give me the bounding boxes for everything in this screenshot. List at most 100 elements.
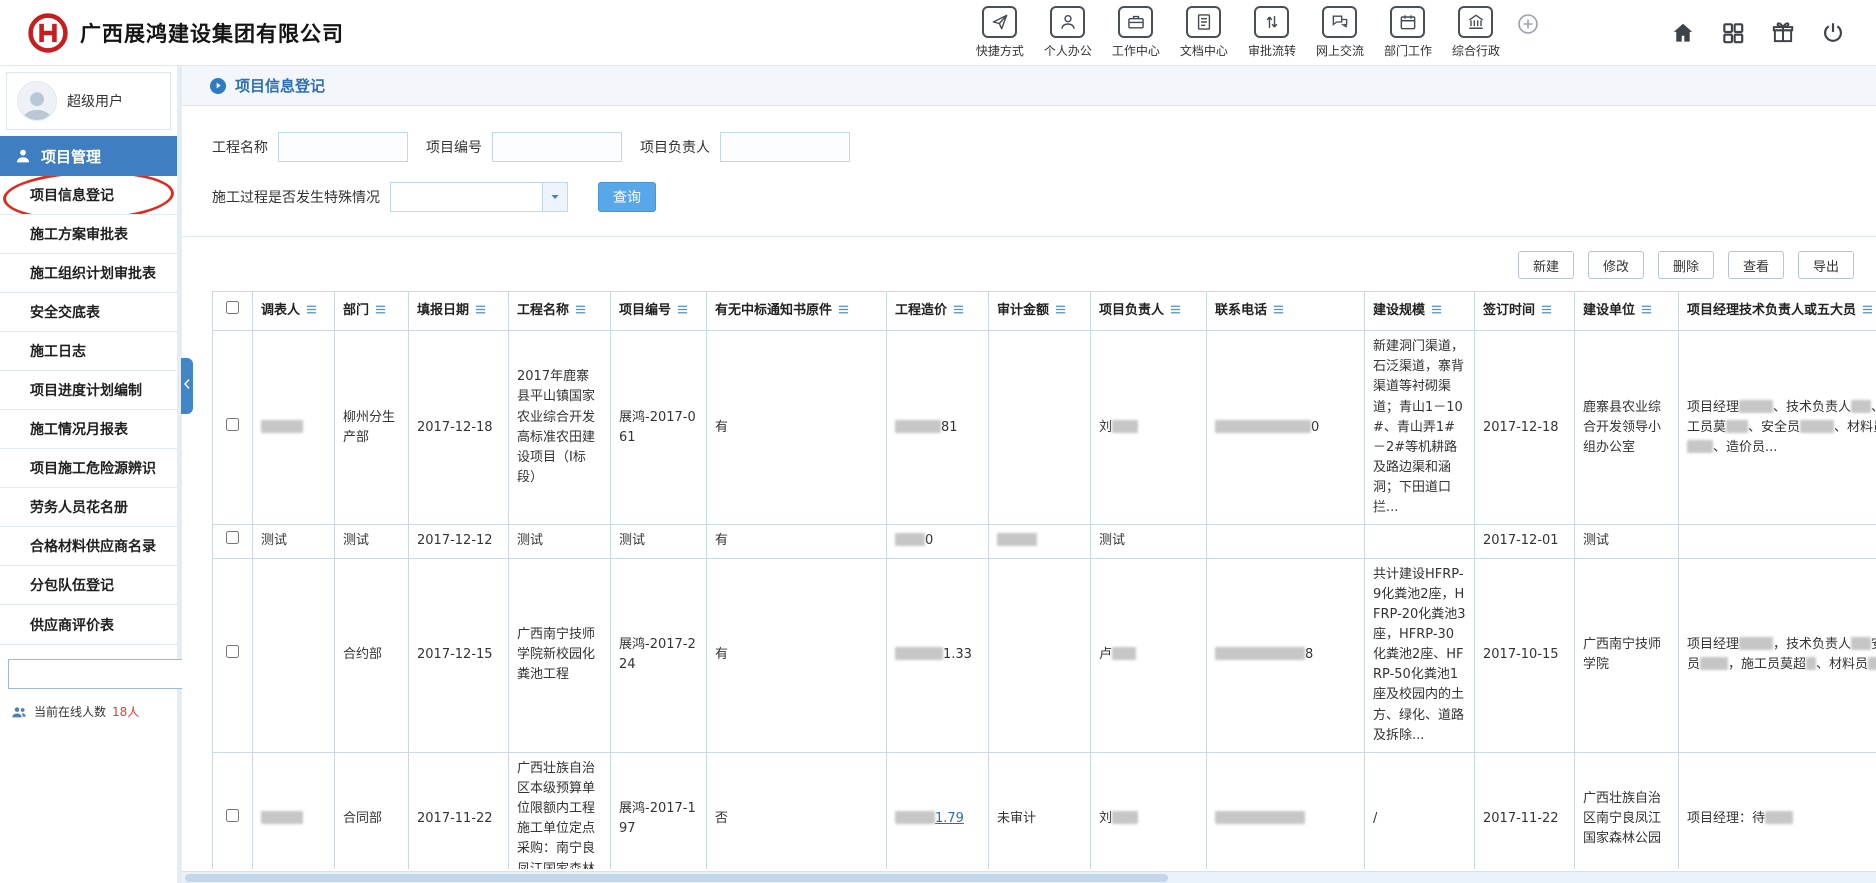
col-audit-amount[interactable]: 审计金额 bbox=[989, 292, 1091, 331]
col-project-name[interactable]: 工程名称 bbox=[509, 292, 611, 331]
column-label: 填报日期 bbox=[417, 303, 469, 318]
cell-audit-amount bbox=[989, 525, 1091, 558]
sort-icon[interactable] bbox=[1431, 302, 1442, 313]
scrollbar-thumb[interactable] bbox=[185, 874, 1168, 882]
horizontal-scrollbar[interactable] bbox=[182, 871, 1876, 883]
sidebar-item-11[interactable]: 分包队伍登记 bbox=[0, 566, 177, 605]
sort-icon[interactable] bbox=[677, 302, 688, 313]
query-button[interactable]: 查询 bbox=[598, 182, 656, 212]
chat-icon bbox=[1322, 6, 1357, 38]
sort-icon[interactable] bbox=[1541, 302, 1552, 313]
sort-icon[interactable] bbox=[475, 302, 486, 313]
new-button[interactable]: 新建 bbox=[1518, 251, 1574, 279]
col-bid-notice-original[interactable]: 有无中标通知书原件 bbox=[707, 292, 887, 331]
select-all-checkbox[interactable] bbox=[226, 301, 239, 314]
cell-project-no: 展鸿-2017-224 bbox=[611, 558, 707, 752]
special-situation-select-value[interactable] bbox=[390, 182, 542, 212]
sidebar-item-1[interactable]: 项目信息登记 bbox=[0, 176, 177, 215]
nav-item-4[interactable]: 文档中心 bbox=[1180, 6, 1228, 59]
sort-icon[interactable] bbox=[1055, 302, 1066, 313]
sidebar-item-8[interactable]: 项目施工危险源辨识 bbox=[0, 449, 177, 488]
cell-construction-scale bbox=[1365, 525, 1475, 558]
sidebar-item-6[interactable]: 项目进度计划编制 bbox=[0, 371, 177, 410]
plus-circle-icon[interactable] bbox=[1516, 12, 1540, 36]
col-sign-date[interactable]: 签订时间 bbox=[1475, 292, 1575, 331]
nav-item-6[interactable]: 网上交流 bbox=[1316, 6, 1364, 59]
chevron-down-icon[interactable] bbox=[542, 182, 568, 212]
nav-item-8[interactable]: 综合行政 bbox=[1452, 6, 1500, 59]
sidebar-search-input[interactable] bbox=[8, 659, 192, 689]
col-project-leader[interactable]: 项目负责人 bbox=[1091, 292, 1207, 331]
special-situation-select[interactable] bbox=[390, 182, 568, 212]
home-icon[interactable] bbox=[1670, 20, 1696, 46]
sort-icon[interactable] bbox=[1273, 302, 1284, 313]
online-count: 18人 bbox=[112, 703, 139, 720]
filter-row-2: 施工过程是否发生特殊情况 查询 bbox=[212, 182, 1846, 212]
cell-project-cost: 1.33 bbox=[887, 558, 989, 752]
grid-icon[interactable] bbox=[1720, 20, 1746, 46]
sidebar-item-4[interactable]: 安全交底表 bbox=[0, 293, 177, 332]
sidebar-collapse-handle[interactable] bbox=[181, 358, 193, 414]
sort-icon[interactable] bbox=[1641, 302, 1652, 313]
col-department[interactable]: 部门 bbox=[335, 292, 409, 331]
nav-item-3[interactable]: 工作中心 bbox=[1112, 6, 1160, 59]
col-construction-scale[interactable]: 建设规模 bbox=[1365, 292, 1475, 331]
sidebar-item-2[interactable]: 施工方案审批表 bbox=[0, 215, 177, 254]
breadcrumb: 项目信息登记 bbox=[182, 66, 1876, 106]
cell-project-no: 测试 bbox=[611, 525, 707, 558]
nav-item-2[interactable]: 个人办公 bbox=[1044, 6, 1092, 59]
view-button[interactable]: 查看 bbox=[1728, 251, 1784, 279]
cell-audit-amount bbox=[989, 558, 1091, 752]
row-checkbox[interactable] bbox=[226, 418, 239, 431]
redacted-text bbox=[997, 533, 1037, 546]
cost-link[interactable]: 1.79 bbox=[935, 811, 964, 826]
col-project-no[interactable]: 项目编号 bbox=[611, 292, 707, 331]
nav-item-label: 文档中心 bbox=[1180, 42, 1228, 59]
sidebar-item-7[interactable]: 施工情况月报表 bbox=[0, 410, 177, 449]
modify-button[interactable]: 修改 bbox=[1588, 251, 1644, 279]
col-respondent[interactable]: 调表人 bbox=[253, 292, 335, 331]
row-checkbox[interactable] bbox=[226, 809, 239, 822]
col-contact-phone[interactable]: 联系电话 bbox=[1207, 292, 1365, 331]
col-fill-date[interactable]: 填报日期 bbox=[409, 292, 509, 331]
sort-icon[interactable] bbox=[575, 302, 586, 313]
project-no-input[interactable] bbox=[492, 132, 622, 162]
redacted-text bbox=[1739, 637, 1773, 650]
sort-icon[interactable] bbox=[1170, 302, 1181, 313]
sort-icon[interactable] bbox=[306, 302, 317, 313]
project-leader-input[interactable] bbox=[720, 132, 850, 162]
col-construction-unit[interactable]: 建设单位 bbox=[1575, 292, 1679, 331]
cell-contact-phone: 0 bbox=[1207, 331, 1365, 525]
sidebar-item-label: 施工情况月报表 bbox=[30, 419, 128, 439]
cell-project-cost: 81 bbox=[887, 331, 989, 525]
sort-icon[interactable] bbox=[953, 302, 964, 313]
col-project-manager-staff[interactable]: 项目经理技术负责人或五大员 bbox=[1679, 292, 1876, 331]
redacted-text bbox=[1739, 400, 1773, 413]
col-project-cost[interactable]: 工程造价 bbox=[887, 292, 989, 331]
sidebar-item-10[interactable]: 合格材料供应商名录 bbox=[0, 527, 177, 566]
sort-icon[interactable] bbox=[375, 302, 386, 313]
sidebar-section-project-management[interactable]: 项目管理 bbox=[0, 136, 177, 176]
document-icon bbox=[1186, 6, 1221, 38]
sidebar-item-5[interactable]: 施工日志 bbox=[0, 332, 177, 371]
sidebar-item-9[interactable]: 劳务人员花名册 bbox=[0, 488, 177, 527]
delete-button[interactable]: 删除 bbox=[1658, 251, 1714, 279]
row-checkbox[interactable] bbox=[226, 645, 239, 658]
cell-construction-unit: 广西壮族自治区南宁良凤江国家森林公园 bbox=[1575, 752, 1679, 869]
nav-item-7[interactable]: 部门工作 bbox=[1384, 6, 1432, 59]
cell-sign-date: 2017-10-15 bbox=[1475, 558, 1575, 752]
sidebar-item-12[interactable]: 供应商评价表 bbox=[0, 605, 177, 644]
project-name-input[interactable] bbox=[278, 132, 408, 162]
cell-project-cost: 0 bbox=[887, 525, 989, 558]
nav-item-5[interactable]: 审批流转 bbox=[1248, 6, 1296, 59]
row-checkbox[interactable] bbox=[226, 531, 239, 544]
main-content: 项目信息登记 工程名称项目编号 项目负责人 施工过程是否发生特殊情况 查询 新建修… bbox=[182, 66, 1876, 883]
table-row: 柳州分生产部2017-12-182017年鹿寨县平山镇国家农业综合开发高标准农田… bbox=[213, 331, 1876, 525]
gift-icon[interactable] bbox=[1770, 20, 1796, 46]
sort-icon[interactable] bbox=[838, 302, 849, 313]
sort-icon[interactable] bbox=[1862, 302, 1873, 313]
nav-item-1[interactable]: 快捷方式 bbox=[976, 6, 1024, 59]
sidebar-item-3[interactable]: 施工组织计划审批表 bbox=[0, 254, 177, 293]
export-button[interactable]: 导出 bbox=[1798, 251, 1854, 279]
power-icon[interactable] bbox=[1820, 20, 1846, 46]
